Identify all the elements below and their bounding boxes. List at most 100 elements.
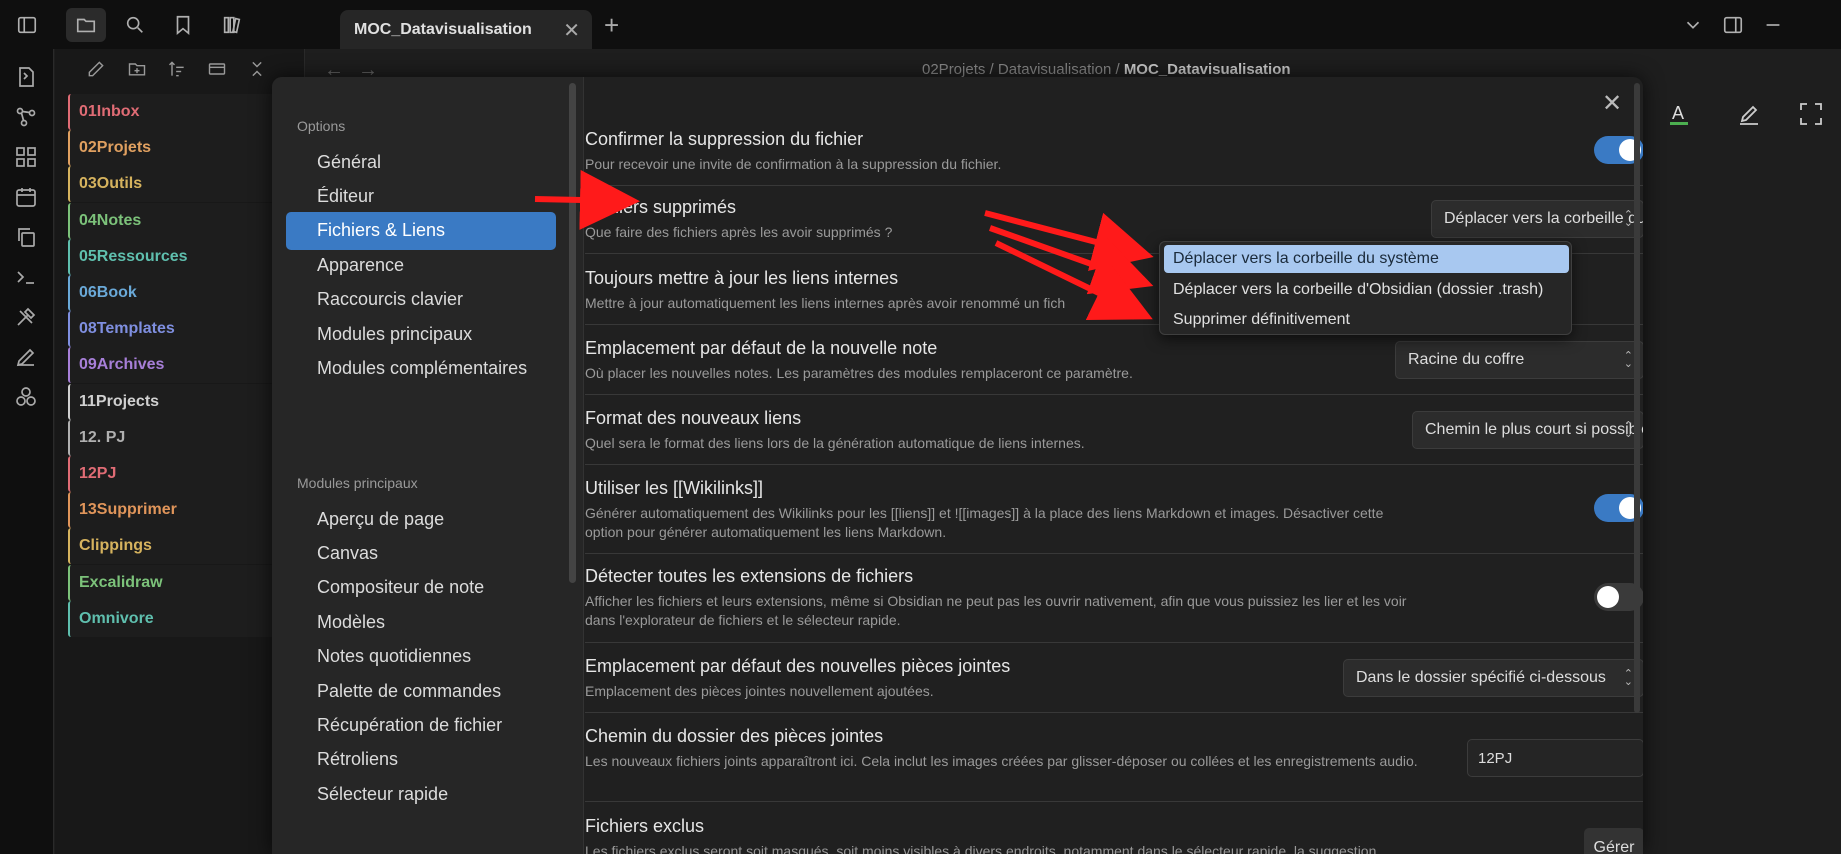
fullscreen-icon[interactable] [1796, 99, 1826, 129]
setting-description: Les nouveaux fichiers joints apparaîtron… [585, 753, 1418, 769]
title-bar: MOC_Datavisualisation ✕ + [0, 0, 1841, 50]
setting-description: Où placer les nouvelles notes. Les param… [585, 365, 1133, 381]
sidebar-scrollbar[interactable] [569, 83, 576, 583]
close-icon[interactable]: ✕ [563, 18, 580, 43]
options-heading: Options [297, 118, 346, 134]
breadcrumb: 02Projets / Datavisualisation / MOC_Data… [922, 61, 1291, 78]
new-note-icon[interactable] [86, 59, 108, 81]
graph-view-icon[interactable] [14, 105, 38, 129]
settings-nav-item[interactable]: Palette de commandes [286, 672, 556, 710]
folder-item[interactable]: 03Outils [68, 166, 305, 203]
dropdown-option[interactable]: Supprimer définitivement [1164, 306, 1569, 334]
settings-nav-item[interactable]: Aperçu de page [286, 500, 556, 538]
ribbon [0, 49, 54, 854]
setting-description: Générer automatiquement des Wikilinks po… [585, 505, 1384, 540]
folder-item[interactable]: 11Projects [68, 383, 305, 420]
folder-item[interactable]: 12. PJ [68, 419, 305, 456]
folder-item[interactable]: 05Ressources [68, 238, 305, 275]
breadcrumb-current: MOC_Datavisualisation [1123, 61, 1291, 78]
chevron-up-down-icon: ⌃ ⌄ [1623, 350, 1633, 370]
settings-nav-item[interactable]: Sélecteur rapide [286, 775, 556, 813]
deleted-files-select[interactable]: Déplacer vers la corbeille du système ⌃⌄ [1431, 200, 1643, 238]
setting-title: Confirmer la suppression du fichier [585, 129, 864, 149]
settings-nav-item[interactable]: Général [286, 143, 556, 181]
select-value: Chemin le plus court si possible [1425, 421, 1643, 438]
link-format-select[interactable]: Chemin le plus court si possible ⌃ ⌄ [1412, 411, 1643, 449]
setting-description: Que faire des fichiers après les avoir s… [585, 224, 893, 240]
chevron-up-down-icon: ⌃ ⌄ [1623, 420, 1633, 440]
svg-text:A: A [1672, 103, 1684, 123]
breadcrumb-part[interactable]: 02Projets [922, 61, 985, 78]
folder-item[interactable]: 04Notes [68, 202, 305, 239]
plus-icon[interactable]: + [604, 10, 619, 41]
setting-title: Toujours mettre à jour les liens interne… [585, 268, 899, 288]
attachment-location-select[interactable]: Dans le dossier spécifié ci-dessous ⌃ ⌄ [1343, 659, 1643, 697]
minimize-icon[interactable] [1760, 12, 1786, 38]
canvas-icon[interactable] [14, 145, 38, 169]
settings-nav-item[interactable]: Apparence [286, 246, 556, 284]
manage-excluded-button[interactable]: Gérer [1584, 828, 1643, 854]
highlighter-icon[interactable] [1736, 99, 1766, 129]
dropdown-option[interactable]: Déplacer vers la corbeille du système [1164, 245, 1569, 273]
new-folder-icon[interactable] [127, 59, 149, 81]
tab-active-note[interactable]: MOC_Datavisualisation ✕ [340, 10, 592, 50]
settings-nav-item[interactable]: Éditeur [286, 177, 556, 215]
folder-item[interactable]: 06Book [68, 275, 305, 311]
new-note-location-select[interactable]: Racine du coffre ⌃ ⌄ [1395, 341, 1643, 379]
breadcrumb-separator: / [989, 61, 994, 78]
collapse-all-icon[interactable] [247, 59, 269, 81]
breadcrumb-part[interactable]: Datavisualisation [998, 61, 1111, 78]
settings-nav-item[interactable]: Modules complémentaires [286, 349, 556, 387]
text-color-icon[interactable]: A [1666, 99, 1696, 129]
library-icon[interactable] [219, 12, 245, 38]
select-value: Dans le dossier spécifié ci-dessous [1356, 669, 1606, 686]
open-quick-switcher-icon[interactable] [14, 65, 38, 89]
folder-item[interactable]: Excalidraw [68, 564, 305, 601]
plugins-icon[interactable] [14, 385, 38, 409]
right-sidebar-toggle-icon[interactable] [1720, 12, 1746, 38]
folder-item[interactable]: 12PJ [68, 456, 305, 492]
folder-item[interactable]: Omnivore [68, 600, 305, 637]
sidebar-toggle-icon[interactable] [14, 12, 40, 38]
settings-nav-item[interactable]: Fichiers & Liens [286, 211, 556, 250]
settings-content: Confirmer la suppression du fichier Pour… [585, 77, 1643, 854]
folder-item[interactable]: 02Projets [68, 130, 305, 167]
settings-nav-item[interactable]: Compositeur de note [286, 569, 556, 607]
folder-item[interactable]: 01Inbox [68, 94, 305, 130]
settings-nav-item[interactable]: Rétroliens [286, 741, 556, 779]
excalidraw-icon[interactable] [14, 345, 38, 369]
settings-nav-item[interactable]: Notes quotidiennes [286, 638, 556, 676]
search-icon[interactable] [122, 12, 148, 38]
folder-item[interactable]: 09Archives [68, 347, 305, 384]
breadcrumb-separator: / [1115, 61, 1120, 78]
folder-item[interactable]: 13Supprimer [68, 492, 305, 529]
settings-nav-item[interactable]: Récupération de fichier [286, 706, 556, 744]
setting-title: Détecter toutes les extensions de fichie… [585, 566, 914, 586]
settings-modal: Options Général Éditeur Fichiers & Liens Ap… [272, 77, 1643, 854]
settings-nav-item[interactable]: Canvas [286, 534, 556, 572]
folder-item[interactable]: 08Templates [68, 311, 305, 348]
settings-nav-item[interactable]: Raccourcis clavier [286, 281, 556, 319]
setting-title: Utiliser les [[Wikilinks]] [585, 478, 764, 498]
chevron-down-icon[interactable] [1680, 12, 1706, 38]
sort-icon[interactable] [167, 59, 189, 81]
content-scrollbar[interactable] [1634, 83, 1640, 713]
settings-nav-item[interactable]: Modèles [286, 603, 556, 641]
bookmark-icon[interactable] [170, 12, 196, 38]
settings-nav-item[interactable]: Modules principaux [286, 315, 556, 353]
folder-item[interactable]: Clippings [68, 528, 305, 565]
setting-title: Emplacement par défaut des nouvelles piè… [585, 656, 1011, 676]
copy-icon[interactable] [14, 225, 38, 249]
terminal-icon[interactable] [14, 265, 38, 289]
setting-description: Emplacement des pièces jointes nouvellem… [585, 683, 934, 699]
dropdown-option[interactable]: Déplacer vers la corbeille d'Obsidian (d… [1164, 276, 1569, 304]
close-icon[interactable]: ✕ [1602, 89, 1622, 118]
tab-title: MOC_Datavisualisation [354, 21, 532, 38]
tools-icon[interactable] [14, 305, 38, 329]
setting-title: Fichiers exclus [585, 816, 705, 836]
files-icon[interactable] [66, 8, 106, 42]
calendar-icon[interactable] [14, 185, 38, 209]
auto-reveal-icon[interactable] [207, 59, 229, 81]
attachment-folder-input[interactable]: 12PJ [1467, 739, 1643, 777]
setting-description: Afficher les fichiers et leurs extension… [585, 593, 1407, 628]
